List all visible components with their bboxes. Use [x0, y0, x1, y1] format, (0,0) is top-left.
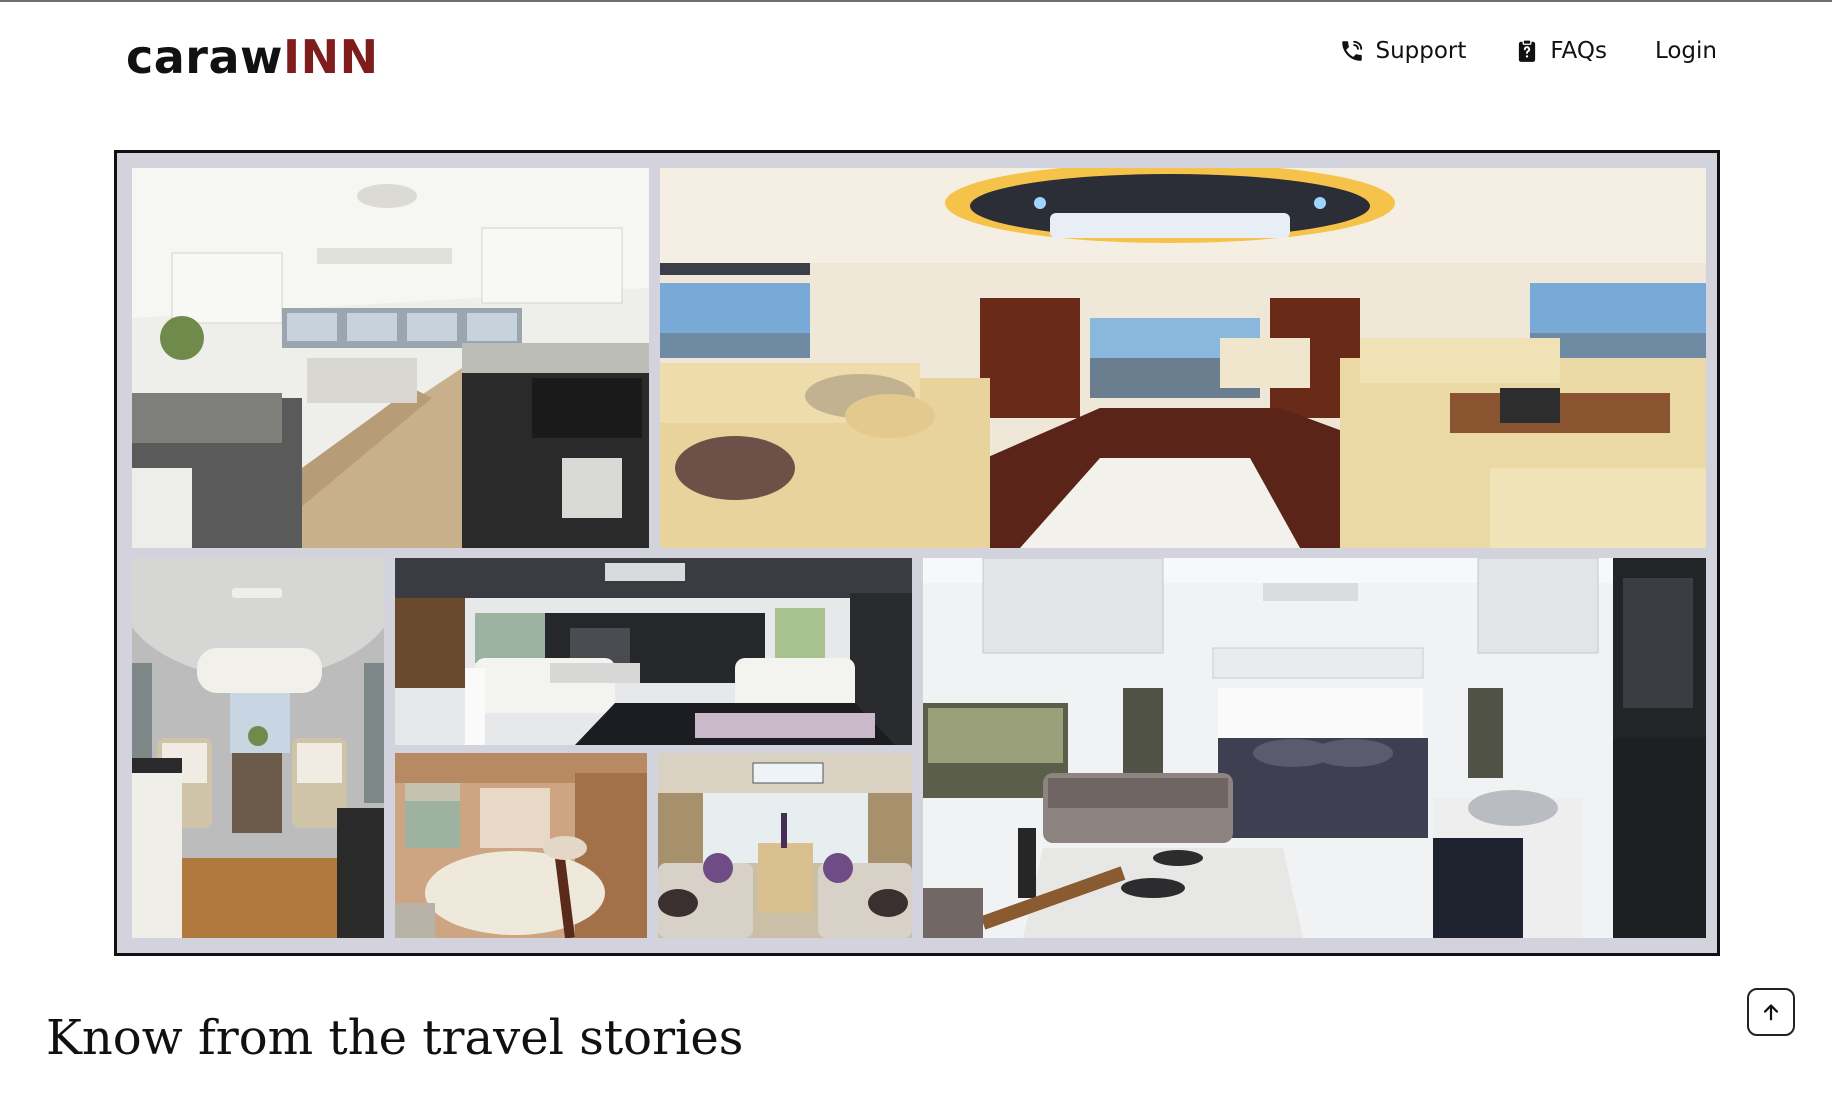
section-title: Know from the travel stories [46, 1010, 744, 1066]
caravan-lounge-image [658, 753, 912, 938]
nav-login-link[interactable]: Login [1655, 38, 1717, 64]
back-to-top-button[interactable] [1747, 988, 1795, 1036]
clipboard-question-icon [1519, 39, 1536, 62]
nav-support-label: Support [1375, 38, 1467, 64]
nav-faqs-label: FAQs [1550, 38, 1607, 64]
nav-support-link[interactable]: Support [1339, 38, 1466, 64]
nav-login-label: Login [1654, 38, 1717, 64]
gallery-photo-7 [923, 558, 1706, 938]
nav-faqs-link[interactable]: FAQs [1514, 38, 1607, 64]
gallery-photo-2 [660, 168, 1706, 548]
caravan-photo-collage [114, 150, 1720, 956]
brand-name-part2: INN [283, 30, 379, 84]
gallery-photo-3 [132, 558, 384, 938]
arrow-up-icon [1763, 1004, 1779, 1021]
caravan-dinette-image [395, 558, 912, 745]
airstream-nook-image [132, 558, 384, 938]
brand-logo[interactable]: carawINN [126, 30, 379, 84]
brand-name-part1: caraw [126, 30, 284, 84]
gallery-photo-1 [132, 168, 649, 548]
caravan-bedroom-kitchen-image [923, 558, 1706, 938]
gallery-photo-6 [658, 753, 912, 938]
gallery-photo-4 [395, 558, 912, 745]
caravan-bedroom-image [395, 753, 647, 938]
nav-links: Support FAQs Login [1339, 38, 1717, 64]
phone-icon [1342, 40, 1363, 61]
navbar: carawINN Support FAQs Login [0, 0, 1832, 120]
motorhome-lounge-image [660, 168, 1706, 548]
caravan-kitchen-image [132, 168, 649, 548]
gallery-photo-5 [395, 753, 647, 938]
